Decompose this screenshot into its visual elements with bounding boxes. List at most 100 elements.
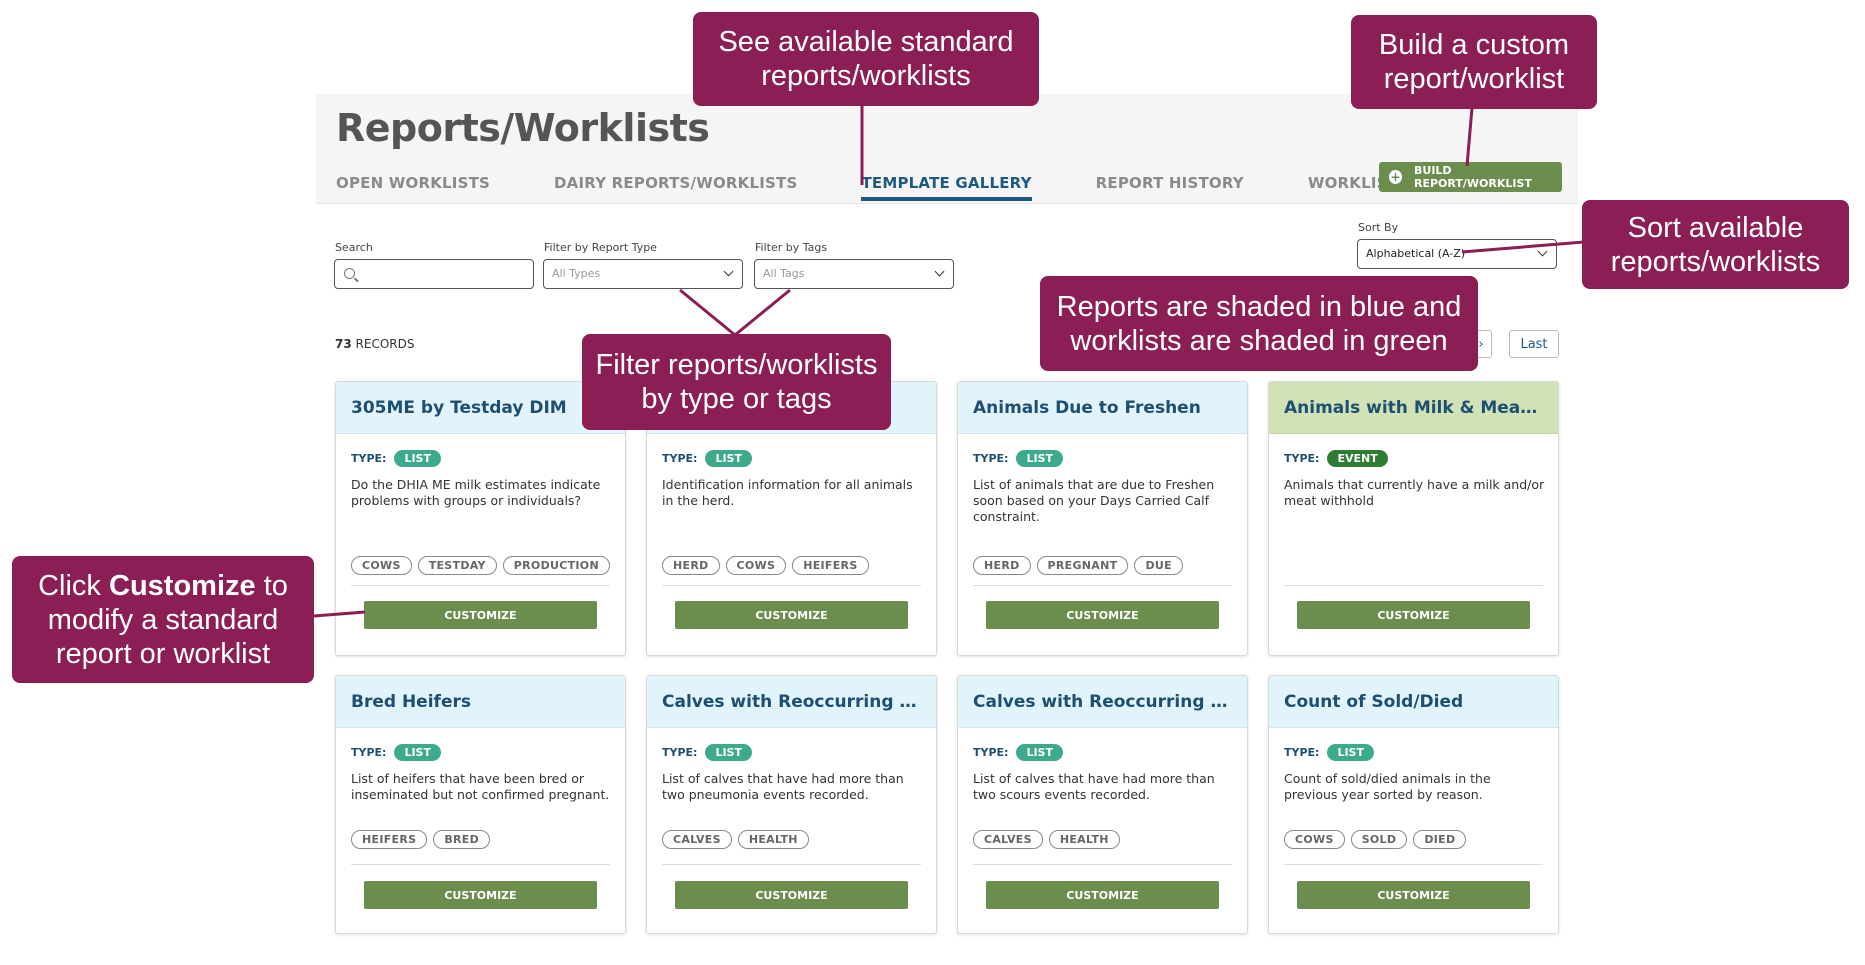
page-title: Reports/Worklists [336,106,710,150]
report-type-value: All Types [552,267,601,280]
card-type-badge: LIST [394,744,441,761]
customize-button[interactable]: CUSTOMIZE [1297,881,1530,909]
template-card: Count of Sold/Died TYPE: LIST Count of sold… [1268,675,1559,934]
template-card: Animals with Milk & Meat Wit... TYPE: EVEN… [1268,381,1559,656]
tab-bar: OPEN WORKLISTS DAIRY REPORTS/WORKLISTS T… [336,174,1542,201]
card-divider [662,864,921,865]
card-tag[interactable]: COWS [725,556,787,575]
card-tag[interactable]: HERD [973,556,1031,575]
card-tag[interactable]: PRODUCTION [502,556,610,575]
card-tags: HEIFERS BRED [351,830,491,849]
card-type-badge: LIST [705,744,752,761]
callout-customize-pre: Click [38,569,101,602]
search-icon [344,268,355,279]
card-type-row: TYPE: LIST [973,744,1063,761]
card-description: Identification information for all anima… [662,477,913,508]
card-description: List of calves that have had more than t… [662,771,904,802]
card-type-label: TYPE: [351,746,387,759]
card-tag[interactable]: CALVES [662,830,732,849]
template-card: Calves with Reoccurring Scours TYPE: LIST L… [957,675,1248,934]
sort-label: Sort By [1358,221,1399,234]
tab-open-worklists[interactable]: OPEN WORKLISTS [336,174,490,201]
build-report-button[interactable]: + BUILD REPORT/WORKLIST [1379,162,1562,192]
card-tag[interactable]: COWS [1284,830,1345,849]
card-tag[interactable]: DIED [1413,830,1467,849]
card-title: Count of Sold/Died [1269,676,1558,728]
callout-customize-bold: Customize [109,569,256,602]
card-divider [351,585,610,586]
customize-button[interactable]: CUSTOMIZE [986,881,1219,909]
customize-button[interactable]: CUSTOMIZE [1297,601,1530,629]
tags-filter-label: Filter by Tags [755,241,828,254]
card-tags: CALVES HEALTH [662,830,809,849]
callout-shading: Reports are shaded in blue and worklists… [1040,276,1478,371]
template-card: Bred Heifers TYPE: LIST List of heifers tha… [335,675,626,934]
customize-button[interactable]: CUSTOMIZE [675,881,908,909]
customize-button[interactable]: CUSTOMIZE [364,881,597,909]
records-count: 73 RECORDS [335,337,414,351]
tab-report-history[interactable]: REPORT HISTORY [1096,174,1244,201]
card-title: Calves with Reoccurring Pneu... [647,676,936,728]
build-report-label: BUILD REPORT/WORKLIST [1414,164,1532,190]
card-tags: HERD PREGNANT DUE [973,556,1183,575]
card-divider [973,864,1232,865]
card-divider [1284,864,1543,865]
sort-select[interactable]: Alphabetical (A-Z) [1357,239,1557,269]
sort-value: Alphabetical (A-Z) [1366,247,1466,260]
card-type-badge: LIST [1016,450,1063,467]
card-type-row: TYPE: LIST [662,744,752,761]
card-tag[interactable]: PREGNANT [1036,556,1129,575]
card-tags: HERD COWS HEIFERS [662,556,869,575]
callout-template-gallery: See available standard reports/worklists [693,12,1039,106]
card-type-badge: LIST [705,450,752,467]
tab-dairy-reports[interactable]: DAIRY REPORTS/WORKLISTS [554,174,797,201]
card-description: Do the DHIA ME milk estimates indicate p… [351,477,601,508]
card-type-label: TYPE: [662,452,698,465]
tags-filter-select[interactable]: All Tags [754,259,954,289]
callout-filter: Filter reports/worklists by type or tags [582,334,891,430]
card-type-label: TYPE: [351,452,387,465]
card-divider [973,585,1232,586]
card-tag[interactable]: BRED [433,830,491,849]
card-tag[interactable]: DUE [1134,556,1183,575]
card-description: Count of sold/died animals in the previo… [1284,771,1491,802]
card-type-label: TYPE: [1284,746,1320,759]
card-title: Bred Heifers [336,676,625,728]
search-label: Search [335,241,373,254]
callout-sort: Sort available reports/worklists [1582,200,1849,289]
tab-template-gallery[interactable]: TEMPLATE GALLERY [861,174,1032,201]
tags-filter-value: All Tags [763,267,805,280]
card-title: Animals Due to Freshen [958,382,1247,434]
records-suffix: RECORDS [355,337,415,351]
last-page-button[interactable]: Last [1509,330,1559,358]
card-tags: COWS TESTDAY PRODUCTION [351,556,610,575]
customize-button[interactable]: CUSTOMIZE [675,601,908,629]
card-type-row: TYPE: EVENT [1284,450,1388,467]
search-input[interactable] [334,259,534,289]
card-type-badge: LIST [1016,744,1063,761]
card-tag[interactable]: TESTDAY [417,556,497,575]
report-type-label: Filter by Report Type [544,241,657,254]
template-card: Animals Due to Freshen TYPE: LIST List of a… [957,381,1248,656]
card-tags: CALVES HEALTH [973,830,1120,849]
card-type-row: TYPE: LIST [662,450,752,467]
card-tag[interactable]: HEALTH [737,830,809,849]
card-type-row: TYPE: LIST [351,744,441,761]
report-type-select[interactable]: All Types [543,259,743,289]
card-type-row: TYPE: LIST [351,450,441,467]
card-tag[interactable]: HERD [662,556,720,575]
customize-button[interactable]: CUSTOMIZE [364,601,597,629]
card-tag[interactable]: COWS [351,556,412,575]
template-card: Calves with Reoccurring Pneu... TYPE: LIST… [646,675,937,934]
card-description: List of heifers that have been bred or i… [351,771,610,802]
chevron-down-icon [1537,246,1548,257]
card-tags: COWS SOLD DIED [1284,830,1467,849]
card-tag[interactable]: SOLD [1350,830,1408,849]
card-title: Calves with Reoccurring Scours [958,676,1247,728]
card-tag[interactable]: HEIFERS [792,556,869,575]
customize-button[interactable]: CUSTOMIZE [986,601,1219,629]
card-tag[interactable]: CALVES [973,830,1043,849]
card-tag[interactable]: HEIFERS [351,830,428,849]
card-type-badge: LIST [1327,744,1374,761]
card-tag[interactable]: HEALTH [1048,830,1120,849]
